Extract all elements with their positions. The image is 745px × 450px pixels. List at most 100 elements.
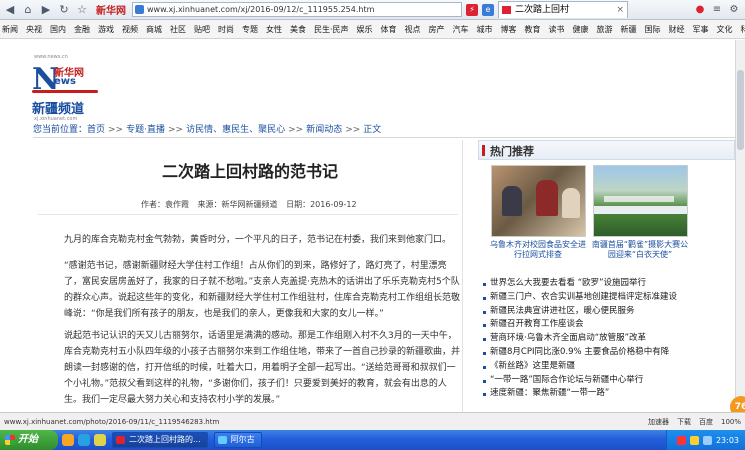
quicklaunch-folder-icon[interactable]: [62, 434, 74, 446]
breadcrumb-link[interactable]: 访民情、惠民生、聚民心: [186, 125, 285, 135]
tray-network-icon[interactable]: [689, 435, 699, 445]
logo-swoosh: [32, 90, 98, 93]
article-author: 作者：袁作霞: [141, 200, 189, 209]
search-engine-icon[interactable]: e: [482, 3, 494, 16]
browser-task-icon: [116, 436, 125, 444]
home-icon[interactable]: ⌂: [20, 2, 36, 18]
status-item[interactable]: 加速器: [648, 417, 669, 427]
start-label: 开始: [18, 434, 38, 445]
tray-volume-icon[interactable]: [702, 435, 712, 445]
site-logo[interactable]: www.news.cn N 新华网 ews 新疆频道 xj.xinhuanet.…: [32, 54, 122, 124]
hot-news-item[interactable]: 新疆召开教育工作座谈会: [482, 318, 732, 332]
channel-title: 新疆频道: [32, 102, 85, 117]
hot-news-item[interactable]: 新疆8月CPI同比涨0.9% 主要食品价格稳中有降: [482, 346, 732, 360]
hot-photo-1[interactable]: [491, 165, 586, 237]
back-icon[interactable]: ◀: [2, 2, 18, 18]
breadcrumb-separator: >>: [345, 125, 361, 135]
refresh-icon[interactable]: ↻: [56, 2, 72, 18]
forward-icon[interactable]: ▶: [38, 2, 54, 18]
photo-birds: [604, 196, 674, 202]
user-avatar-icon[interactable]: ●: [693, 3, 707, 17]
status-item[interactable]: 下载: [677, 417, 691, 427]
breadcrumb-separator: >>: [167, 125, 184, 135]
menu-item[interactable]: 美食: [290, 24, 306, 35]
tab-close-icon[interactable]: ×: [616, 2, 624, 18]
hot-photo-2[interactable]: [593, 165, 688, 237]
hot-news-item[interactable]: 速度新疆：聚焦新疆“一带一路”: [482, 387, 732, 401]
menu-item[interactable]: 军事: [693, 24, 709, 35]
menu-icon[interactable]: ≡: [710, 3, 724, 17]
sidebar-hot: 热门推荐 乌鲁木齐对校园食品安全进行拉网式排查 南疆首届“鹳雀”摄影大赛公园迎来…: [478, 140, 735, 412]
hot-news-item[interactable]: 世界怎么大我要去看看 “欧罗”设施园举行: [482, 277, 732, 291]
hot-news-item[interactable]: 新疆三门户、农合实训基地创建提档评定标准建设: [482, 291, 732, 305]
breadcrumb-link[interactable]: 新闻动态: [306, 125, 342, 135]
menu-item[interactable]: 时尚: [218, 24, 234, 35]
taskbar: 开始 二次踏上回村路的... 阿尔古 23:03: [0, 430, 745, 450]
meta-divider: [38, 214, 458, 215]
hot-photo-caption[interactable]: 南疆首届“鹳雀”摄影大赛公园迎来“白衣天使”: [590, 240, 690, 260]
menu-item[interactable]: 视频: [122, 24, 138, 35]
taskbar-item-browser[interactable]: 二次踏上回村路的...: [112, 432, 208, 448]
menu-item[interactable]: 财经: [669, 24, 685, 35]
hot-news-item[interactable]: 营商环境·乌鲁木齐全面启动“放管服”改革: [482, 332, 732, 346]
clock[interactable]: 23:03: [716, 436, 739, 445]
menu-item[interactable]: 文化: [717, 24, 733, 35]
app-task-icon: [217, 436, 227, 444]
menu-item[interactable]: 社区: [170, 24, 186, 35]
menu-item[interactable]: 读书: [549, 24, 565, 35]
quicklaunch-browser-icon[interactable]: [78, 434, 90, 446]
article-source: 来源：新华网新疆频道: [197, 200, 278, 209]
menu-item[interactable]: 视点: [405, 24, 421, 35]
quicklaunch-media-icon[interactable]: [94, 434, 106, 446]
menu-item[interactable]: 旅游: [597, 24, 613, 35]
hot-news-item[interactable]: “一带一路”国际合作论坛与新疆中心举行: [482, 374, 732, 388]
menu-item[interactable]: 专题: [242, 24, 258, 35]
menu-item[interactable]: 房产: [429, 24, 445, 35]
menu-item[interactable]: 博客: [501, 24, 517, 35]
vertical-scrollbar[interactable]: [735, 40, 745, 412]
sidebar-heading-text: 热门推荐: [490, 145, 534, 158]
menu-item[interactable]: 健康: [573, 24, 589, 35]
scrollbar-thumb[interactable]: [737, 70, 744, 150]
breadcrumb-separator: >>: [108, 125, 124, 135]
menu-item[interactable]: 女性: [266, 24, 282, 35]
photo-figure: [536, 180, 558, 216]
menu-item[interactable]: 新疆: [621, 24, 637, 35]
status-item[interactable]: 百度: [699, 417, 713, 427]
menu-item[interactable]: 民生·民声: [314, 24, 349, 35]
menu-item[interactable]: 商城: [146, 24, 162, 35]
tray-security-icon[interactable]: [676, 435, 686, 445]
menu-item[interactable]: 游戏: [98, 24, 114, 35]
status-items: 加速器 下载 百度 100%: [640, 417, 745, 427]
hot-photo-caption[interactable]: 乌鲁木齐对校园食品安全进行拉网式排查: [488, 240, 588, 260]
menu-item[interactable]: 新闻: [2, 24, 18, 35]
breadcrumb-link[interactable]: 专题·直播: [126, 125, 165, 135]
menu-item[interactable]: 央视: [26, 24, 42, 35]
heading-marker: [482, 145, 485, 156]
site-badge[interactable]: 新华网: [96, 2, 126, 17]
menu-item[interactable]: 国内: [50, 24, 66, 35]
menu-item[interactable]: 城市: [477, 24, 493, 35]
menu-item[interactable]: 国际: [645, 24, 661, 35]
menu-item[interactable]: 娱乐: [357, 24, 373, 35]
menu-item[interactable]: 贴吧: [194, 24, 210, 35]
menu-item[interactable]: 体育: [381, 24, 397, 35]
settings-icon[interactable]: ⚙: [727, 3, 741, 17]
address-bar[interactable]: www.xj.xinhuanet.com/xj/2016-09/12/c_111…: [132, 2, 462, 17]
taskbar-item-app[interactable]: 阿尔古: [213, 432, 262, 448]
sidebar-heading: 热门推荐: [478, 140, 735, 160]
hot-news-item[interactable]: 《新丝路》这里是新疆: [482, 360, 732, 374]
tab-title: 二次踏上回村: [515, 5, 570, 15]
bookmark-icon[interactable]: ☆: [74, 2, 90, 18]
menu-item[interactable]: 汽车: [453, 24, 469, 35]
start-button[interactable]: 开始: [0, 430, 58, 450]
speed-icon[interactable]: ⚡: [466, 3, 478, 16]
breadcrumb-link[interactable]: 您当前位置：首页: [33, 125, 105, 135]
menu-item[interactable]: 科技: [741, 24, 745, 35]
menu-item[interactable]: 教育: [525, 24, 541, 35]
status-item[interactable]: 100%: [721, 418, 741, 426]
hot-news-item[interactable]: 新疆民法典宣讲进社区，暖心便民服务: [482, 305, 732, 319]
article-date: 日期：2016-09-12: [286, 200, 357, 209]
menu-item[interactable]: 金融: [74, 24, 90, 35]
tab-article[interactable]: 二次踏上回村 ×: [498, 1, 628, 18]
